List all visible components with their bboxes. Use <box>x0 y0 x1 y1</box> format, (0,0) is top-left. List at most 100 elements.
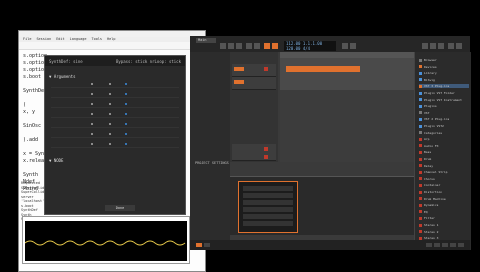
loop-icon[interactable] <box>342 43 348 49</box>
browser-item[interactable]: Chorus <box>419 177 469 181</box>
device-param[interactable] <box>243 214 293 219</box>
browser-item[interactable]: Audio FX <box>419 144 469 148</box>
browser-item[interactable]: VST 3 Plug-ins <box>419 84 469 89</box>
track-header[interactable] <box>232 152 276 161</box>
browser-item[interactable]: Plugin VST Folder <box>419 91 469 95</box>
folder-icon <box>419 164 422 168</box>
browser-item[interactable]: Plugins <box>419 104 469 108</box>
snap-icon[interactable] <box>236 43 242 49</box>
menu-icon[interactable] <box>220 43 226 49</box>
browser-item[interactable]: Devices <box>419 65 469 69</box>
browser-item-label: Container <box>424 183 441 188</box>
browser-toggle-icon[interactable] <box>456 43 462 49</box>
browse-icon[interactable] <box>228 43 234 49</box>
play-icon[interactable] <box>264 43 270 49</box>
browser-item-label: Devices <box>424 64 437 69</box>
track-header[interactable] <box>232 77 276 90</box>
folder-icon <box>419 131 422 135</box>
transport-counter: 112.00 1.1.1.00 120.00 4/4 <box>284 41 336 51</box>
browser-item[interactable]: Categories <box>419 131 469 135</box>
argument-row[interactable] <box>51 132 179 138</box>
argument-row[interactable] <box>51 102 179 108</box>
layout-icon[interactable] <box>422 43 428 49</box>
browser-item[interactable]: Filter <box>419 216 469 220</box>
browser-item[interactable]: Library <box>419 71 469 75</box>
mix-icon[interactable] <box>430 43 436 49</box>
record-icon[interactable] <box>272 43 278 49</box>
browser-item-label: Drum <box>424 157 432 161</box>
view-icon[interactable] <box>450 243 456 247</box>
grid-icon[interactable] <box>246 43 252 49</box>
panel-title: SynthDef: sine <box>49 58 83 64</box>
browser-item[interactable]: Drum <box>419 157 469 161</box>
done-button[interactable]: Done <box>105 205 135 211</box>
device-box[interactable] <box>238 181 298 233</box>
device-param[interactable] <box>243 207 293 212</box>
argument-row[interactable] <box>51 112 179 118</box>
empty-lane[interactable] <box>280 90 414 162</box>
browser-item[interactable]: Stereo 2 <box>419 230 469 234</box>
browser-item[interactable]: Container <box>419 183 469 187</box>
post-line: SuperCollider <box>21 190 49 194</box>
device-param[interactable] <box>243 186 293 191</box>
panel-toggle-icon[interactable] <box>448 43 454 49</box>
arrange-icon[interactable] <box>196 243 202 247</box>
record-arm-icon[interactable] <box>264 67 268 71</box>
browser-item-label: Plugin VST Instrument <box>424 97 462 102</box>
device-param[interactable] <box>243 221 293 226</box>
folder-icon <box>419 223 422 227</box>
browser-item[interactable]: Plugin VST Instrument <box>419 98 469 102</box>
browser-item-label: Bitwig <box>424 77 435 82</box>
pencil-icon[interactable] <box>254 43 260 49</box>
browser-item[interactable]: Browser <box>419 58 469 62</box>
browser-item[interactable]: Drum Machine <box>419 197 469 201</box>
device-param[interactable] <box>243 193 293 198</box>
browser-item[interactable]: VST <box>419 111 469 115</box>
folder-icon <box>419 71 422 75</box>
folder-icon <box>419 58 422 62</box>
browser-item[interactable]: Stereo 1 <box>419 223 469 227</box>
mixer-icon[interactable] <box>204 243 210 247</box>
browser-item[interactable]: Delay <box>419 164 469 168</box>
browser-item[interactable]: Dynamics <box>419 203 469 207</box>
folder-icon <box>419 137 422 141</box>
arranger-view[interactable] <box>280 52 414 162</box>
editor-toolbar <box>19 42 205 50</box>
browser-item-label: Categories <box>424 130 443 135</box>
argument-row[interactable] <box>51 122 179 128</box>
view-icon[interactable] <box>426 243 432 247</box>
view-icon[interactable] <box>434 243 440 247</box>
browser-item[interactable]: Plugin VST2 <box>419 124 469 128</box>
browser-item[interactable]: Arp <box>419 137 469 141</box>
browser-item[interactable]: Bitwig <box>419 78 469 82</box>
waveform-svg <box>24 240 186 246</box>
browser-item[interactable]: Bass <box>419 150 469 154</box>
record-arm-icon[interactable] <box>264 155 268 159</box>
scope-window <box>22 216 190 264</box>
clip[interactable] <box>286 66 360 72</box>
timeline-ruler[interactable] <box>280 52 414 58</box>
edit-icon[interactable] <box>438 43 444 49</box>
view-icon[interactable] <box>442 243 448 247</box>
view-icon[interactable] <box>458 243 464 247</box>
metronome-icon[interactable] <box>350 43 356 49</box>
folder-icon <box>419 210 422 214</box>
argument-row[interactable] <box>51 92 179 98</box>
argument-row[interactable] <box>51 142 179 148</box>
record-arm-icon[interactable] <box>264 147 268 151</box>
device-param[interactable] <box>243 200 293 205</box>
browser-item-label: Plugins <box>424 104 437 109</box>
browser-item-label: Dynamics <box>424 203 439 208</box>
tab-main[interactable]: Main <box>196 38 216 43</box>
folder-icon <box>419 84 422 88</box>
browser-item-label: Browser <box>424 58 437 62</box>
track-header[interactable] <box>232 64 276 77</box>
browser-item[interactable]: EQ <box>419 210 469 214</box>
daw-toolbar: Main 112.00 1.1.1.00 120.00 4/4 <box>190 36 470 52</box>
folder-icon <box>419 197 422 201</box>
track-color <box>234 67 244 71</box>
browser-item[interactable]: Channel Strip <box>419 170 469 174</box>
argument-row[interactable] <box>51 82 179 88</box>
browser-item[interactable]: VST 2 Plug-ins <box>419 117 469 121</box>
browser-item[interactable]: Distortion <box>419 190 469 194</box>
